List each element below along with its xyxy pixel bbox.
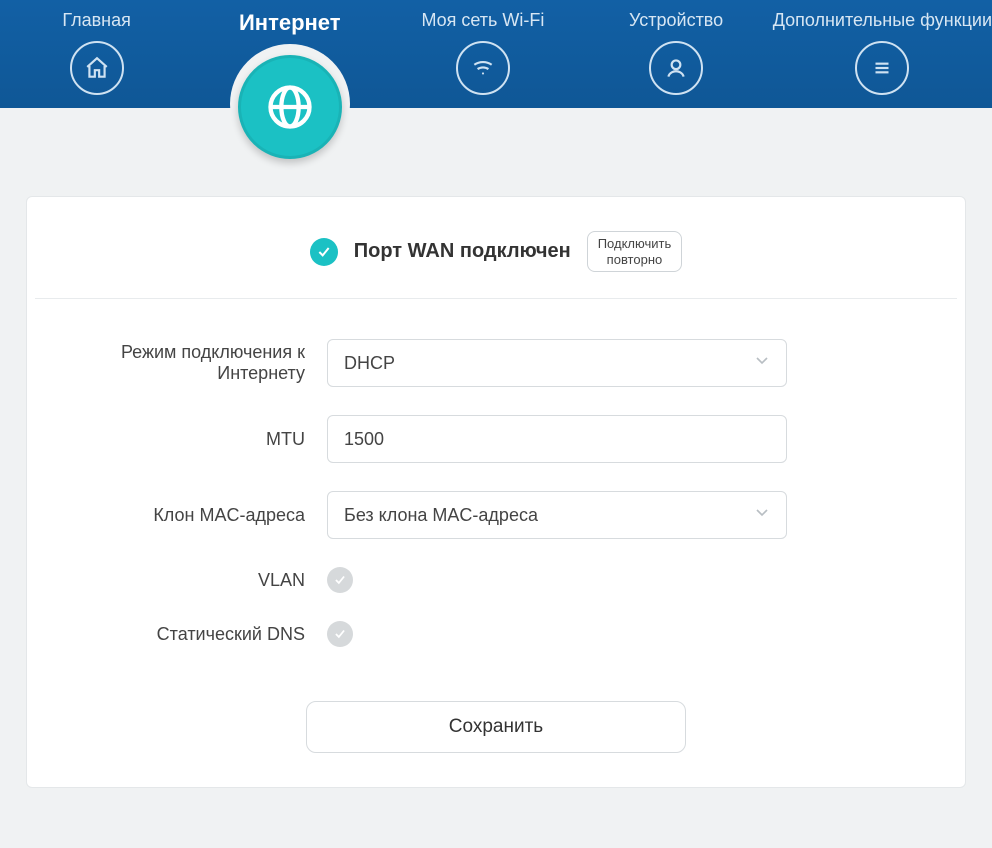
check-icon bbox=[310, 238, 338, 266]
globe-icon bbox=[238, 55, 342, 159]
row-connection-mode: Режим подключения к Интернету DHCP bbox=[97, 339, 895, 387]
connection-mode-value: DHCP bbox=[344, 353, 395, 374]
reconnect-line2: повторно bbox=[607, 252, 663, 267]
internet-form: Режим подключения к Интернету DHCP MTU К… bbox=[27, 299, 965, 763]
user-icon bbox=[649, 41, 703, 95]
nav-wifi-label: Моя сеть Wi-Fi bbox=[386, 10, 579, 31]
nav-internet-icon-wrap bbox=[230, 44, 350, 164]
home-icon bbox=[70, 41, 124, 95]
mac-clone-select[interactable]: Без клона MAC-адреса bbox=[327, 491, 787, 539]
wifi-icon bbox=[456, 41, 510, 95]
reconnect-line1: Подключить bbox=[598, 236, 672, 251]
row-vlan: VLAN bbox=[97, 567, 895, 593]
wan-status-row: Порт WAN подключен Подключить повторно bbox=[35, 197, 957, 299]
save-row: Сохранить bbox=[97, 701, 895, 753]
save-button[interactable]: Сохранить bbox=[306, 701, 686, 753]
nav-device[interactable]: Устройство bbox=[580, 10, 773, 95]
menu-icon bbox=[855, 41, 909, 95]
mtu-input-wrap bbox=[327, 415, 787, 463]
mac-clone-value: Без клона MAC-адреса bbox=[344, 505, 538, 526]
top-nav: Главная Интернет Моя сеть Wi-Fi bbox=[0, 0, 992, 108]
nav-device-label: Устройство bbox=[580, 10, 773, 31]
wan-status-text: Порт WAN подключен bbox=[354, 240, 571, 263]
nav-internet[interactable]: Интернет bbox=[193, 10, 386, 46]
chevron-down-icon bbox=[752, 503, 772, 528]
connection-mode-select[interactable]: DHCP bbox=[327, 339, 787, 387]
nav-more[interactable]: Дополнительные функции bbox=[773, 10, 992, 95]
mac-clone-label: Клон MAC-адреса bbox=[97, 505, 327, 526]
static-dns-label: Статический DNS bbox=[97, 624, 327, 645]
vlan-toggle[interactable] bbox=[327, 567, 353, 593]
row-mtu: MTU bbox=[97, 415, 895, 463]
nav-wifi[interactable]: Моя сеть Wi-Fi bbox=[386, 10, 579, 95]
chevron-down-icon bbox=[752, 351, 772, 376]
static-dns-toggle[interactable] bbox=[327, 621, 353, 647]
mtu-input[interactable] bbox=[344, 429, 770, 450]
reconnect-button[interactable]: Подключить повторно bbox=[587, 231, 683, 272]
nav-internet-label: Интернет bbox=[193, 10, 386, 36]
mtu-label: MTU bbox=[97, 429, 327, 450]
nav-home-label: Главная bbox=[0, 10, 193, 31]
settings-card: Порт WAN подключен Подключить повторно Р… bbox=[26, 196, 966, 788]
connection-mode-label: Режим подключения к Интернету bbox=[97, 342, 327, 384]
nav-home[interactable]: Главная bbox=[0, 10, 193, 95]
row-static-dns: Статический DNS bbox=[97, 621, 895, 647]
row-mac-clone: Клон MAC-адреса Без клона MAC-адреса bbox=[97, 491, 895, 539]
vlan-label: VLAN bbox=[97, 570, 327, 591]
nav-more-label: Дополнительные функции bbox=[773, 10, 992, 31]
